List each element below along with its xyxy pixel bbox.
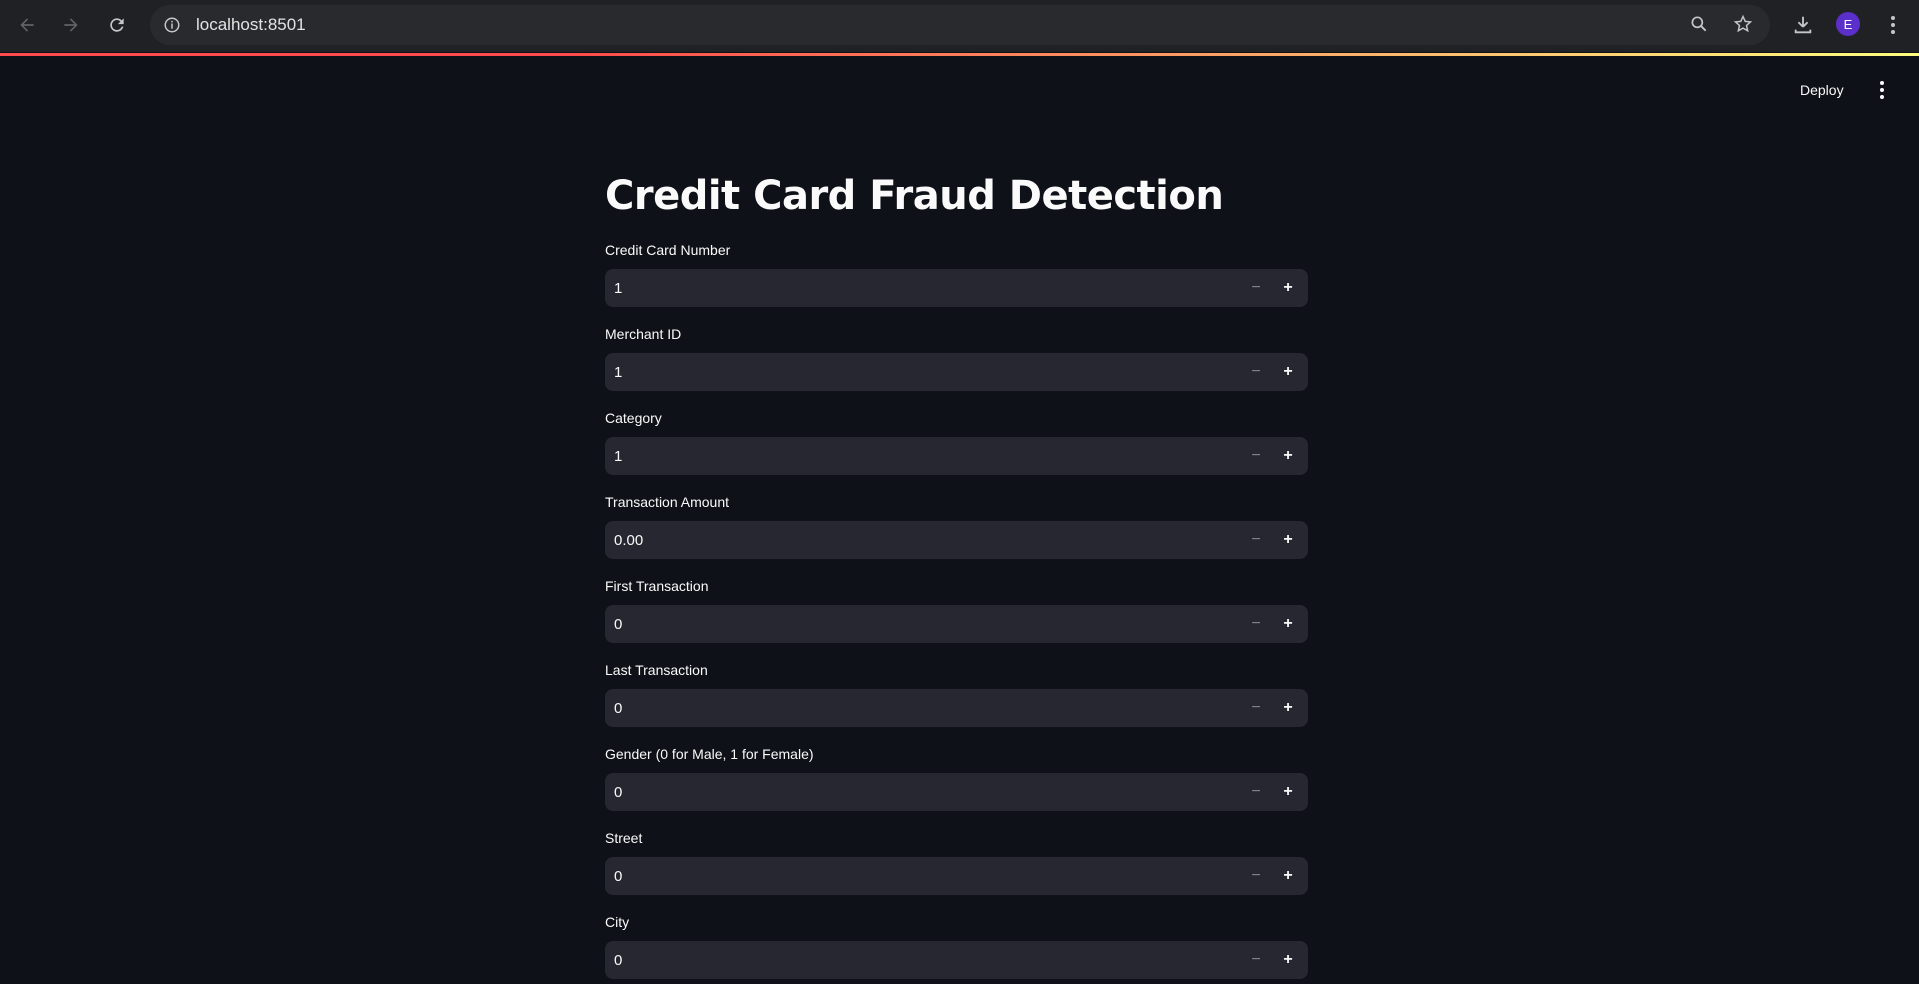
increment-button[interactable]: + — [1272, 605, 1304, 643]
first-transaction-input[interactable] — [605, 605, 1240, 643]
number-input-container: − + — [605, 857, 1308, 895]
reload-icon[interactable] — [102, 10, 132, 40]
field-category: Category − + — [605, 408, 1308, 480]
merchant-id-input[interactable] — [605, 353, 1240, 391]
increment-button[interactable]: + — [1272, 353, 1304, 391]
category-input[interactable] — [605, 437, 1240, 475]
field-last-transaction: Last Transaction − + — [605, 660, 1308, 732]
field-merchant-id: Merchant ID − + — [605, 324, 1308, 396]
app-header: Deploy — [0, 56, 1919, 126]
increment-button[interactable]: + — [1272, 437, 1304, 475]
field-label: First Transaction — [605, 578, 709, 594]
decrement-button[interactable]: − — [1240, 353, 1272, 391]
street-input[interactable] — [605, 857, 1240, 895]
decrement-button[interactable]: − — [1240, 689, 1272, 727]
number-input-container: − + — [605, 437, 1308, 475]
number-input-container: − + — [605, 689, 1308, 727]
decrement-button[interactable]: − — [1240, 773, 1272, 811]
bookmark-star-icon[interactable] — [1732, 13, 1754, 35]
app-menu-icon[interactable] — [1874, 80, 1890, 100]
increment-button[interactable]: + — [1272, 773, 1304, 811]
increment-button[interactable]: + — [1272, 521, 1304, 559]
field-label: Merchant ID — [605, 326, 682, 342]
number-input-container: − + — [605, 521, 1308, 559]
download-icon[interactable] — [1790, 12, 1816, 38]
profile-avatar[interactable]: E — [1836, 12, 1860, 36]
field-gender: Gender (0 for Male, 1 for Female) − + — [605, 744, 1308, 816]
number-input-container: − + — [605, 773, 1308, 811]
deploy-button[interactable]: Deploy — [1800, 82, 1844, 98]
field-label: City — [605, 914, 630, 930]
decrement-button[interactable]: − — [1240, 941, 1272, 979]
increment-button[interactable]: + — [1272, 269, 1304, 307]
address-bar[interactable]: localhost:8501 — [150, 5, 1770, 45]
decrement-button[interactable]: − — [1240, 437, 1272, 475]
increment-button[interactable]: + — [1272, 857, 1304, 895]
site-info-icon[interactable] — [160, 13, 184, 37]
browser-toolbar: localhost:8501 E — [0, 0, 1919, 53]
decrement-button[interactable]: − — [1240, 521, 1272, 559]
decrement-button[interactable]: − — [1240, 269, 1272, 307]
field-credit-card-number: Credit Card Number − + — [605, 240, 1308, 312]
last-transaction-input[interactable] — [605, 689, 1240, 727]
forward-arrow-icon[interactable] — [56, 10, 86, 40]
field-label: Gender (0 for Male, 1 for Female) — [605, 746, 814, 762]
transaction-amount-input[interactable] — [605, 521, 1240, 559]
field-label: Credit Card Number — [605, 242, 731, 258]
decrement-button[interactable]: − — [1240, 857, 1272, 895]
field-label: Category — [605, 410, 662, 426]
url-text[interactable]: localhost:8501 — [196, 15, 306, 35]
page-title: Credit Card Fraud Detection — [605, 173, 1224, 219]
credit-card-number-input[interactable] — [605, 269, 1240, 307]
number-input-container: − + — [605, 941, 1308, 979]
field-label: Street — [605, 830, 643, 846]
field-street: Street − + — [605, 828, 1308, 900]
field-city: City − + — [605, 912, 1308, 984]
number-input-container: − + — [605, 605, 1308, 643]
field-transaction-amount: Transaction Amount − + — [605, 492, 1308, 564]
decrement-button[interactable]: − — [1240, 605, 1272, 643]
zoom-icon[interactable] — [1688, 13, 1710, 35]
main-content: Credit Card Fraud Detection Credit Card … — [605, 160, 1308, 984]
back-arrow-icon[interactable] — [12, 10, 42, 40]
field-label: Transaction Amount — [605, 494, 729, 510]
number-input-container: − + — [605, 353, 1308, 391]
increment-button[interactable]: + — [1272, 941, 1304, 979]
menu-kebab-icon[interactable] — [1880, 12, 1906, 38]
field-label: Last Transaction — [605, 662, 708, 678]
gender-input[interactable] — [605, 773, 1240, 811]
increment-button[interactable]: + — [1272, 689, 1304, 727]
field-first-transaction: First Transaction − + — [605, 576, 1308, 648]
city-input[interactable] — [605, 941, 1240, 979]
number-input-container: − + — [605, 269, 1308, 307]
